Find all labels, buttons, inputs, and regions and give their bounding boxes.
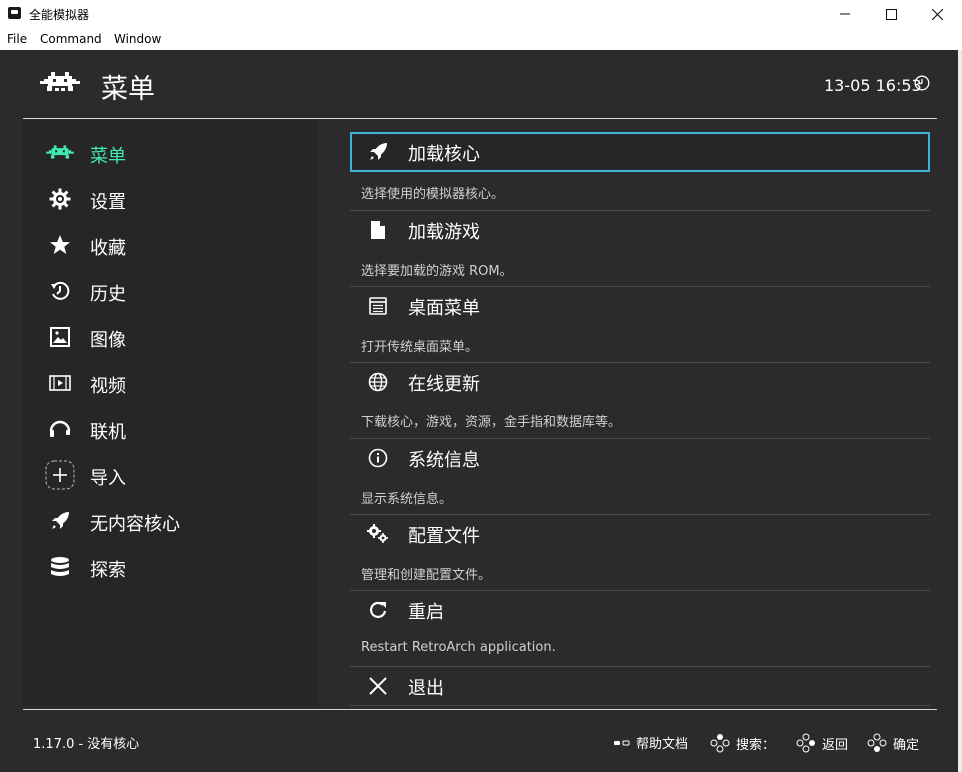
file-icon — [366, 219, 390, 241]
footer-back-label: 返回 — [822, 737, 849, 753]
header-divider — [23, 118, 937, 119]
gamepad-buttons-icon — [796, 733, 816, 753]
select-button-icon — [614, 739, 630, 747]
history-icon — [45, 278, 75, 304]
sidebar-item-netplay[interactable]: 联机 — [45, 416, 305, 443]
sidebar-item-history[interactable]: 历史 — [45, 278, 305, 305]
sidebar-item-label: 视频 — [90, 376, 126, 397]
footer-search[interactable]: 搜索： — [710, 733, 775, 753]
menu-entry-description: 显示系统信息。 — [361, 492, 453, 507]
minimize-button[interactable] — [822, 2, 868, 26]
maximize-button[interactable] — [868, 2, 914, 26]
menu-bar: File Command Window — [0, 28, 962, 50]
desktop-menu-icon — [366, 295, 390, 317]
sidebar-item-import[interactable]: 导入 — [45, 460, 305, 490]
menu-entry-configuration-file[interactable]: 配置文件 — [350, 514, 930, 554]
sidebar-item-label: 导入 — [90, 468, 126, 489]
menu-entry-label: 退出 — [408, 678, 444, 699]
rocket-icon — [45, 508, 75, 534]
close-window-button[interactable] — [914, 2, 960, 26]
sidebar-item-video[interactable]: 视频 — [45, 370, 305, 397]
menu-entry-restart[interactable]: 重启 — [350, 590, 930, 630]
sidebar-item-label: 历史 — [90, 284, 126, 305]
gamepad-buttons-icon — [867, 733, 887, 753]
sidebar-item-label: 联机 — [90, 422, 126, 443]
gamepad-buttons-icon — [710, 733, 730, 753]
window-title: 全能模拟器 — [29, 8, 90, 22]
menu-entry-label: 重启 — [408, 602, 444, 623]
menu-entry-online-updater[interactable]: 在线更新 — [350, 362, 930, 402]
menu-entry-description: 选择使用的模拟器核心。 — [361, 187, 505, 202]
menu-window[interactable]: Window — [114, 32, 161, 46]
database-icon — [45, 554, 75, 580]
footer-ok[interactable]: 确定 — [867, 733, 919, 753]
close-icon — [366, 675, 390, 697]
globe-icon — [366, 371, 390, 393]
window-border — [958, 50, 962, 772]
menu-entry-load-core[interactable]: 加载核心 — [350, 132, 930, 172]
menu-entry-label: 加载游戏 — [408, 222, 480, 243]
sidebar-item-images[interactable]: 图像 — [45, 324, 305, 351]
retroarch-invader-icon — [40, 70, 80, 100]
rocket-icon — [366, 141, 390, 163]
info-icon — [366, 447, 390, 469]
divider — [350, 705, 930, 706]
footer-help[interactable]: 帮助文档 — [614, 733, 688, 752]
title-bar: 全能模拟器 — [0, 0, 962, 28]
clock: 13-05 16:53 — [824, 76, 922, 95]
close-icon — [931, 8, 943, 20]
footer-help-label: 帮助文档 — [636, 737, 689, 752]
sidebar-item-label: 收藏 — [90, 238, 126, 259]
add-icon — [45, 460, 75, 490]
menu-entry-label: 桌面菜单 — [408, 298, 480, 319]
sidebar-item-favorites[interactable]: 收藏 — [45, 232, 305, 259]
sidebar-item-label: 图像 — [90, 330, 126, 351]
footer-ok-label: 确定 — [893, 737, 920, 753]
menu-entry-system-information[interactable]: 系统信息 — [350, 438, 930, 478]
footer-search-label: 搜索： — [736, 737, 776, 753]
version-status: 1.17.0 - 没有核心 — [33, 737, 140, 752]
footer-back[interactable]: 返回 — [796, 733, 848, 753]
menu-entry-description: Restart RetroArch application. — [361, 640, 556, 655]
sidebar-item-label: 设置 — [90, 192, 126, 213]
sidebar-item-main-menu[interactable]: 菜单 — [45, 140, 305, 167]
page-title: 菜单 — [101, 74, 155, 105]
menu-file[interactable]: File — [7, 32, 27, 46]
menu-entry-description: 选择要加载的游戏 ROM。 — [361, 264, 513, 279]
sidebar: 菜单 设置 收藏 历史 图像 视频 联机 导入 无内容核心 探索 — [23, 120, 318, 706]
restart-icon — [366, 599, 390, 621]
star-icon — [45, 232, 75, 258]
image-icon — [45, 324, 75, 350]
sidebar-item-label: 无内容核心 — [90, 514, 180, 535]
film-icon — [45, 370, 75, 396]
menu-entry-desktop-menu[interactable]: 桌面菜单 — [350, 286, 930, 326]
netplay-icon — [45, 416, 75, 442]
gear-icon — [45, 186, 75, 212]
retroarch-view: 菜单 13-05 16:53 菜单 设置 收藏 历史 图像 视频 联机 导入 无… — [0, 50, 958, 772]
footer-divider — [23, 709, 937, 710]
menu-entry-description: 打开传统桌面菜单。 — [361, 340, 479, 355]
menu-entry-label: 加载核心 — [408, 144, 480, 165]
sidebar-item-contentless-cores[interactable]: 无内容核心 — [45, 508, 305, 535]
app-icon — [8, 7, 21, 19]
clock-icon — [914, 75, 930, 95]
sidebar-item-label: 菜单 — [90, 146, 126, 167]
sidebar-item-label: 探索 — [90, 560, 126, 581]
menu-entry-label: 配置文件 — [408, 526, 480, 547]
menu-command[interactable]: Command — [40, 32, 102, 46]
menu-entry-description: 下载核心，游戏，资源，金手指和数据库等。 — [361, 415, 622, 430]
minimize-icon — [840, 13, 850, 15]
retroarch-invader-icon — [45, 140, 75, 166]
menu-entry-load-content[interactable]: 加载游戏 — [350, 210, 930, 250]
cogs-icon — [366, 523, 390, 545]
menu-entry-quit[interactable]: 退出 — [350, 666, 930, 706]
menu-entry-label: 系统信息 — [408, 450, 480, 471]
menu-entry-label: 在线更新 — [408, 374, 480, 395]
sidebar-item-explore[interactable]: 探索 — [45, 554, 305, 581]
sidebar-item-settings[interactable]: 设置 — [45, 186, 305, 213]
menu-entry-description: 管理和创建配置文件。 — [361, 568, 492, 583]
maximize-icon — [885, 8, 897, 20]
